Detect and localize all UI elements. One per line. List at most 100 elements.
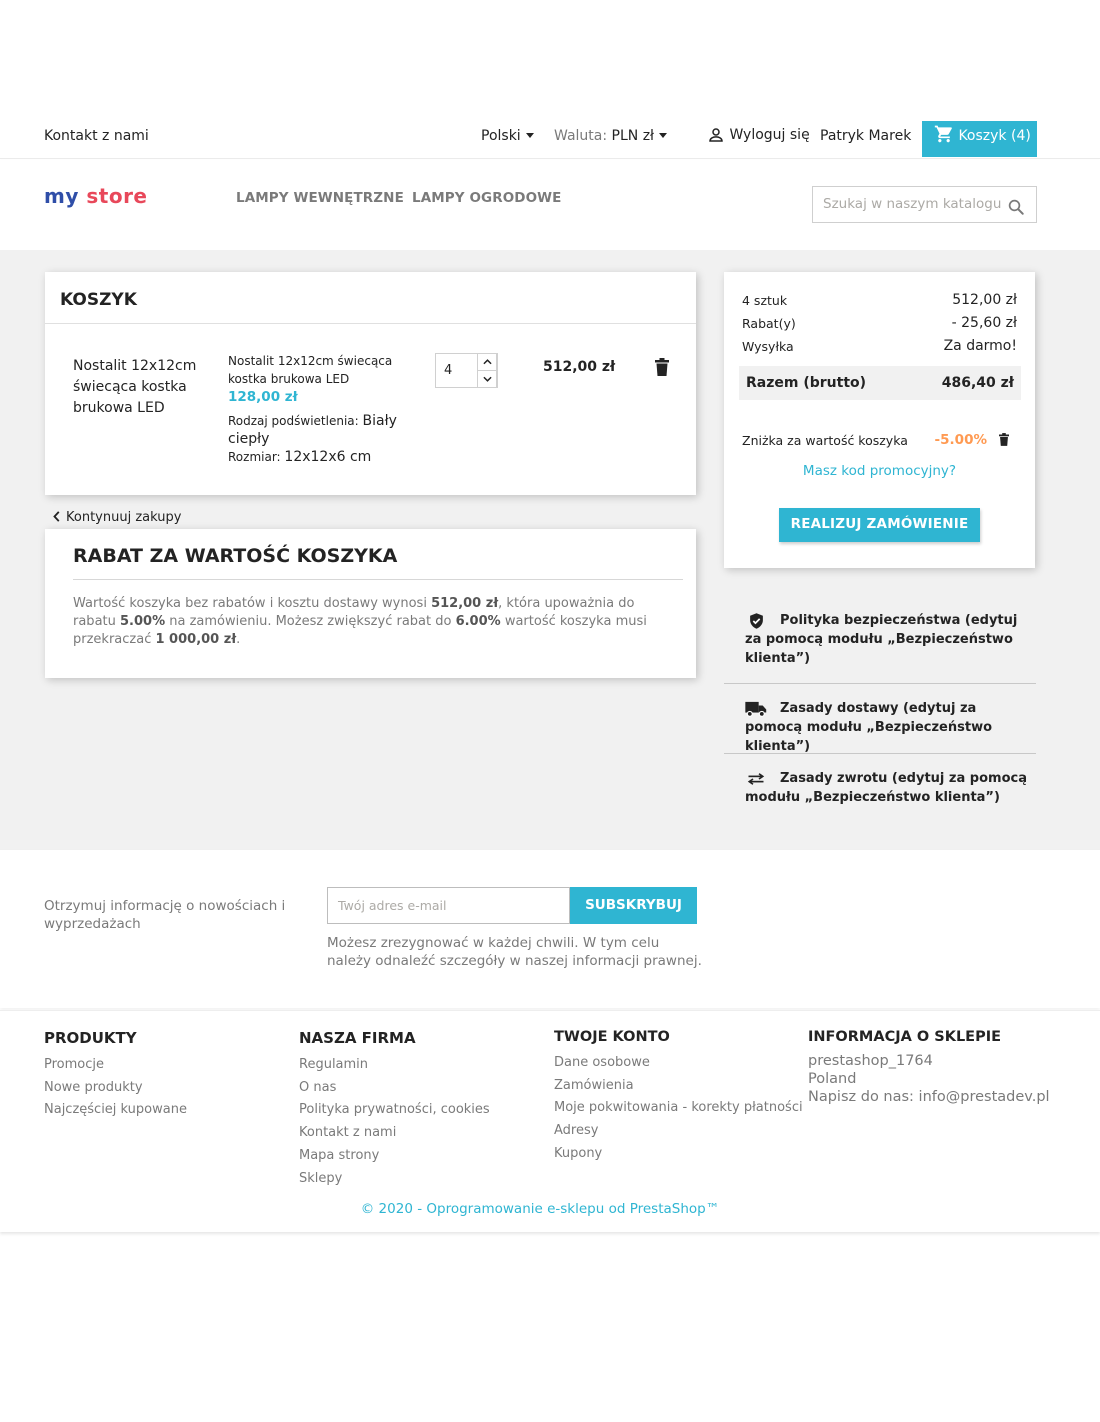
copyright-link[interactable]: © 2020 - Oprogramowanie e-sklepu od Pres…: [0, 1201, 1080, 1217]
divider: [73, 579, 683, 580]
top-nav: Kontakt z nami Polski Waluta: PLN zł Wyl…: [0, 112, 1100, 159]
cart-button-label: Koszyk (4): [958, 128, 1031, 144]
search-input[interactable]: [813, 187, 1003, 221]
menu-item-indoor-lamps[interactable]: LAMPY WEWNĘTRZNE: [236, 190, 404, 206]
chevron-left-icon: [53, 511, 60, 522]
attribute-label: Rodzaj podświetlenia:: [228, 414, 359, 428]
promo-code-link[interactable]: Masz kod promocyjny?: [724, 463, 1035, 479]
threshold-value: 1 000,00 zł: [155, 632, 237, 647]
reassurance-returns: Zasady zwrotu (edytuj za pomocą modułu „…: [724, 769, 1036, 807]
summary-discount-row: Rabat(y) - 25,60 zł: [742, 315, 1017, 331]
discount-description: Wartość koszyka bez rabatów i kosztu dos…: [73, 595, 673, 649]
shipping-value: Za darmo!: [943, 338, 1017, 354]
reassurance-text: Polityka bezpieczeństwa (edytuj za pomoc…: [745, 613, 1018, 666]
header: my store LAMPY WEWNĘTRZNE LAMPY OGRODOWE: [0, 160, 1100, 250]
search-icon[interactable]: [1007, 198, 1025, 216]
caret-down-icon: [659, 132, 668, 138]
account-link[interactable]: Patryk Marek: [820, 128, 911, 144]
footer-link[interactable]: Nowe produkty: [44, 1077, 187, 1100]
voucher-label: Zniżka za wartość koszyka: [742, 433, 908, 448]
footer-link[interactable]: Kupony: [554, 1143, 803, 1166]
reassurance-delivery: Zasady dostawy (edytuj za pomocą modułu …: [724, 699, 1036, 756]
continue-shopping-link[interactable]: Kontynuuj zakupy: [52, 510, 181, 525]
product-title-link[interactable]: Nostalit 12x12cm świecąca kostka brukowa…: [228, 352, 418, 388]
footer-heading: NASZA FIRMA: [299, 1029, 416, 1047]
footer-link[interactable]: Moje pokwitowania - korekty płatności: [554, 1097, 803, 1120]
footer-account: TWOJE KONTO Dane osobowe Zamówienia Moje…: [554, 1029, 803, 1166]
footer-link[interactable]: Najczęściej kupowane: [44, 1099, 187, 1122]
language-selector[interactable]: Polski: [481, 128, 534, 144]
summary-products-row: 4 sztuk 512,00 zł: [742, 292, 1017, 308]
newsletter-note: Możesz zrezygnować w każdej chwili. W ty…: [327, 935, 702, 969]
newsletter-email-input[interactable]: Twój adres e-mail: [327, 887, 570, 924]
footer-link[interactable]: Polityka prywatności, cookies: [299, 1099, 490, 1122]
truck-icon: [745, 701, 767, 717]
currency-selector[interactable]: Waluta: PLN zł: [554, 128, 668, 144]
text: na zamówieniu. Możesz zwiększyć rabat do: [165, 614, 456, 629]
cart-button[interactable]: Koszyk (4): [922, 121, 1037, 157]
cart-value: 512,00 zł: [431, 596, 499, 611]
logout-link[interactable]: Wyloguj się: [707, 126, 810, 144]
attribute-value: 12x12x6 cm: [284, 449, 372, 465]
shipping-label: Wysyłka: [742, 339, 794, 354]
footer-link[interactable]: Dane osobowe: [554, 1052, 803, 1075]
currency-label: Waluta:: [554, 128, 608, 144]
contact-link[interactable]: Kontakt z nami: [44, 128, 149, 144]
decrement-button[interactable]: [478, 370, 497, 386]
divider: [45, 323, 696, 324]
store-email[interactable]: Napisz do nas: info@prestadev.pl: [808, 1088, 1050, 1106]
logo-text-my: my: [44, 184, 79, 208]
store-logo[interactable]: my store: [44, 184, 148, 208]
subscribe-button[interactable]: SUBSKRYBUJ: [570, 887, 697, 924]
cart-title: KOSZYK: [60, 290, 137, 310]
search-box: [812, 186, 1037, 223]
summary-shipping-row: Wysyłka Za darmo!: [742, 338, 1017, 354]
newsletter-label: Otrzymuj informację o nowościach i wyprz…: [44, 898, 286, 932]
discount-title: RABAT ZA WARTOŚĆ KOSZYKA: [73, 545, 398, 567]
swap-arrows-icon: [747, 773, 765, 785]
divider: [724, 683, 1036, 684]
quantity-input[interactable]: 4: [436, 354, 476, 387]
cart-discount-card: RABAT ZA WARTOŚĆ KOSZYKA Wartość koszyka…: [45, 529, 696, 678]
footer-products: PRODUKTY Promocje Nowe produkty Najczęśc…: [44, 1029, 187, 1122]
footer-heading: TWOJE KONTO: [554, 1029, 670, 1045]
text: Wartość koszyka bez rabatów i kosztu dos…: [73, 596, 432, 611]
total-label: Razem (brutto): [746, 375, 867, 391]
product-details: Nostalit 12x12cm świecąca kostka brukowa…: [228, 352, 418, 466]
footer-link[interactable]: Sklepy: [299, 1168, 490, 1191]
caret-down-icon: [525, 132, 534, 138]
footer-link[interactable]: Zamówienia: [554, 1075, 803, 1098]
text: .: [236, 632, 241, 647]
main-content: KOSZYK Nostalit 12x12cm świecąca kostka …: [0, 250, 1100, 850]
reassurance-text: Zasady zwrotu (edytuj za pomocą modułu „…: [745, 771, 1027, 805]
footer-link[interactable]: Mapa strony: [299, 1145, 490, 1168]
footer-link[interactable]: Regulamin: [299, 1054, 490, 1077]
store-name: prestashop_1764: [808, 1053, 933, 1069]
continue-shopping-label: Kontynuuj zakupy: [66, 510, 182, 525]
newsletter-section: Otrzymuj informację o nowościach i wyprz…: [0, 850, 1100, 1008]
language-label: Polski: [481, 128, 521, 144]
quantity-stepper: 4: [435, 353, 498, 388]
logout-label: Wyloguj się: [729, 127, 810, 143]
currency-value: PLN zł: [611, 128, 655, 144]
chevron-up-icon: [483, 359, 492, 365]
checkout-button[interactable]: REALIZUJ ZAMÓWIENIE: [779, 508, 980, 542]
footer-link[interactable]: O nas: [299, 1077, 490, 1100]
next-discount: 6.00%: [455, 614, 501, 629]
logo-text-store: store: [86, 184, 148, 208]
product-name[interactable]: Nostalit 12x12cm świecąca kostka brukowa…: [73, 356, 213, 419]
increment-button[interactable]: [478, 354, 497, 370]
footer-link[interactable]: Adresy: [554, 1120, 803, 1143]
trash-icon[interactable]: [655, 358, 669, 376]
voucher-row: Zniżka za wartość koszyka -5.00%: [742, 432, 1017, 448]
shopping-cart-icon: [934, 125, 952, 143]
menu-item-garden-lamps[interactable]: LAMPY OGRODOWE: [412, 190, 561, 206]
total-value: 486,40 zł: [941, 375, 1014, 391]
trash-icon[interactable]: [999, 433, 1009, 446]
quantity-buttons: [477, 353, 498, 388]
discount-label: Rabat(y): [742, 316, 796, 331]
footer-link[interactable]: Promocje: [44, 1054, 187, 1077]
footer-store-info: INFORMACJA O SKLEPIE prestashop_1764 Pol…: [808, 1029, 1050, 1106]
footer-link[interactable]: Kontakt z nami: [299, 1122, 490, 1145]
voucher-value: -5.00%: [934, 432, 987, 448]
